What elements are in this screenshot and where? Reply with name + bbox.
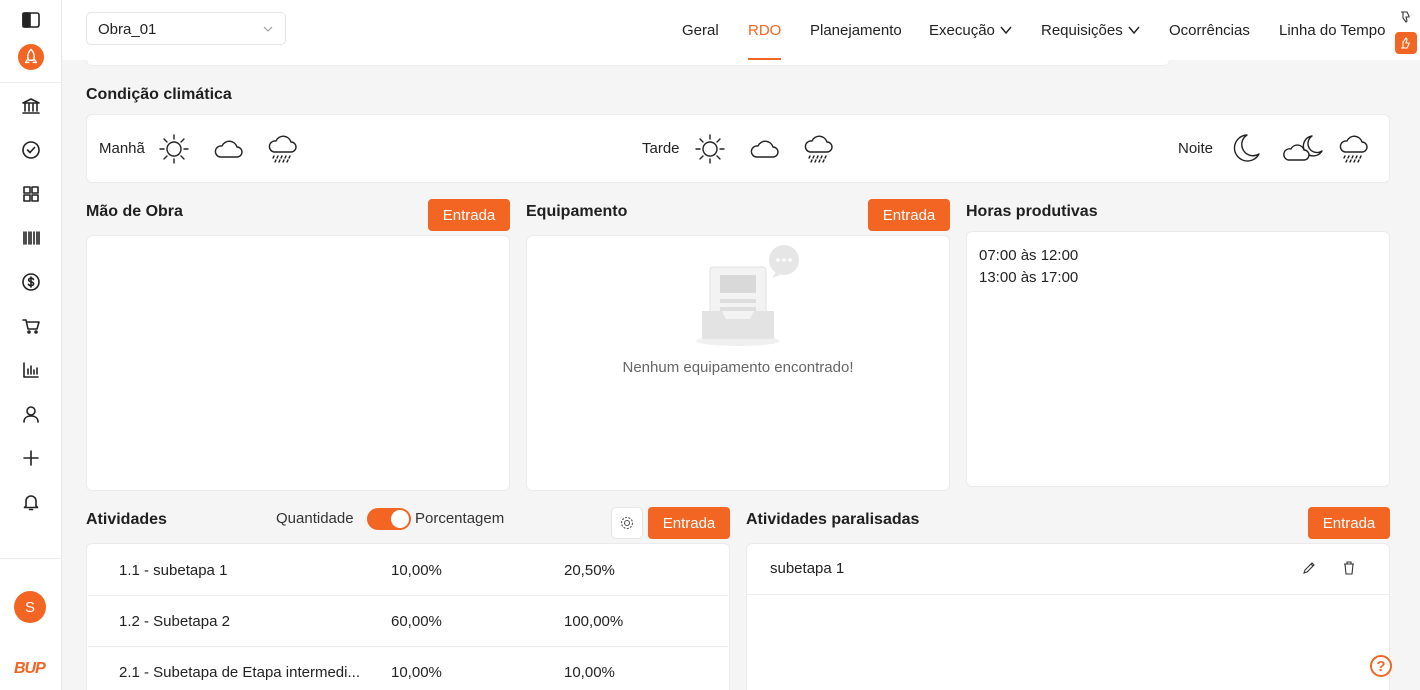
chevron-down-icon [1000,26,1012,35]
bar-chart-icon[interactable] [15,354,47,386]
table-row[interactable]: 1.1 - subetapa 1 10,00% 20,50% [88,545,728,596]
rain-cloud-icon[interactable] [1336,132,1370,166]
check-circle-icon[interactable] [15,134,47,166]
gear-icon [620,516,634,530]
tab-linha-do-tempo[interactable]: Linha do Tempo [1279,0,1385,60]
help-icon[interactable]: ? [1370,655,1392,677]
cart-icon[interactable] [15,310,47,342]
brand-logo: BUP [14,660,46,677]
weather-night-label: Noite [1178,140,1214,157]
toggle-quantity-label: Quantidade [276,510,354,527]
user-icon[interactable] [15,398,47,430]
plus-icon[interactable] [15,442,47,474]
equipment-empty-message: Nenhum equipamento encontrado! [622,359,854,376]
labor-card [86,235,510,491]
bank-icon[interactable] [15,90,47,122]
tab-rdo[interactable]: RDO [748,0,782,60]
toggle-percentage-label: Porcentagem [415,510,505,527]
sidebar: S BUP [0,0,62,690]
tab-ocorrencias[interactable]: Ocorrências [1169,0,1250,60]
chevron-down-icon [1128,26,1140,35]
panel-toggle-icon[interactable] [15,4,47,36]
topbar: Obra_01 Geral RDO Planejamento Execução … [62,0,1420,60]
weather-morning-label: Manhã [99,140,145,157]
bell-icon[interactable] [15,486,47,518]
labor-entry-button[interactable]: Entrada [428,199,510,231]
project-select-value: Obra_01 [98,21,157,38]
weather-afternoon-label: Tarde [642,140,680,157]
cloud-moon-icon[interactable] [1282,132,1324,166]
sun-icon[interactable] [693,132,727,166]
project-select[interactable]: Obra_01 [86,12,286,45]
tab-requisicoes[interactable]: Requisições [1041,0,1141,60]
dollar-icon[interactable] [15,266,47,298]
hours-entry: 07:00 às 12:00 [979,247,1079,264]
table-row[interactable]: 2.1 - Subetapa de Etapa intermedi... 10,… [88,647,728,690]
paused-entry-button[interactable]: Entrada [1308,507,1390,539]
rain-cloud-icon[interactable] [801,132,835,166]
cloud-icon[interactable] [747,132,781,166]
weather-title: Condição climática [86,86,232,103]
activities-title: Atividades [86,511,167,528]
thumbs-up-icon[interactable] [1395,32,1417,54]
previous-card-edge [86,60,1170,66]
rain-cloud-icon[interactable] [265,132,299,166]
table-row[interactable]: 1.2 - Subetapa 2 60,00% 100,00% [88,596,728,647]
grid-icon[interactable] [15,178,47,210]
hours-entry: 13:00 às 17:00 [979,269,1079,286]
thumbs-down-icon[interactable] [1395,6,1417,28]
trash-icon[interactable] [1341,560,1357,576]
hours-title: Horas produtivas [966,203,1098,220]
equipment-entry-button[interactable]: Entrada [868,199,950,231]
barcode-icon[interactable] [15,222,47,254]
edit-icon[interactable] [1301,560,1317,576]
paused-title: Atividades paralisadas [746,511,920,528]
equipment-title: Equipamento [526,203,628,220]
tab-planejamento[interactable]: Planejamento [810,0,902,60]
settings-button[interactable] [611,507,643,539]
labor-title: Mão de Obra [86,203,183,220]
rocket-icon[interactable] [15,41,47,73]
moon-icon[interactable] [1228,132,1262,166]
avatar[interactable]: S [14,591,46,623]
list-item[interactable]: subetapa 1 [747,544,1389,595]
sun-icon[interactable] [157,132,191,166]
chevron-down-icon [263,26,273,32]
quantity-percentage-toggle[interactable] [367,508,411,530]
activities-entry-button[interactable]: Entrada [648,507,730,539]
empty-inbox-icon [696,245,799,346]
cloud-icon[interactable] [211,132,245,166]
tab-geral[interactable]: Geral [682,0,719,60]
tab-execucao[interactable]: Execução [929,0,1013,60]
